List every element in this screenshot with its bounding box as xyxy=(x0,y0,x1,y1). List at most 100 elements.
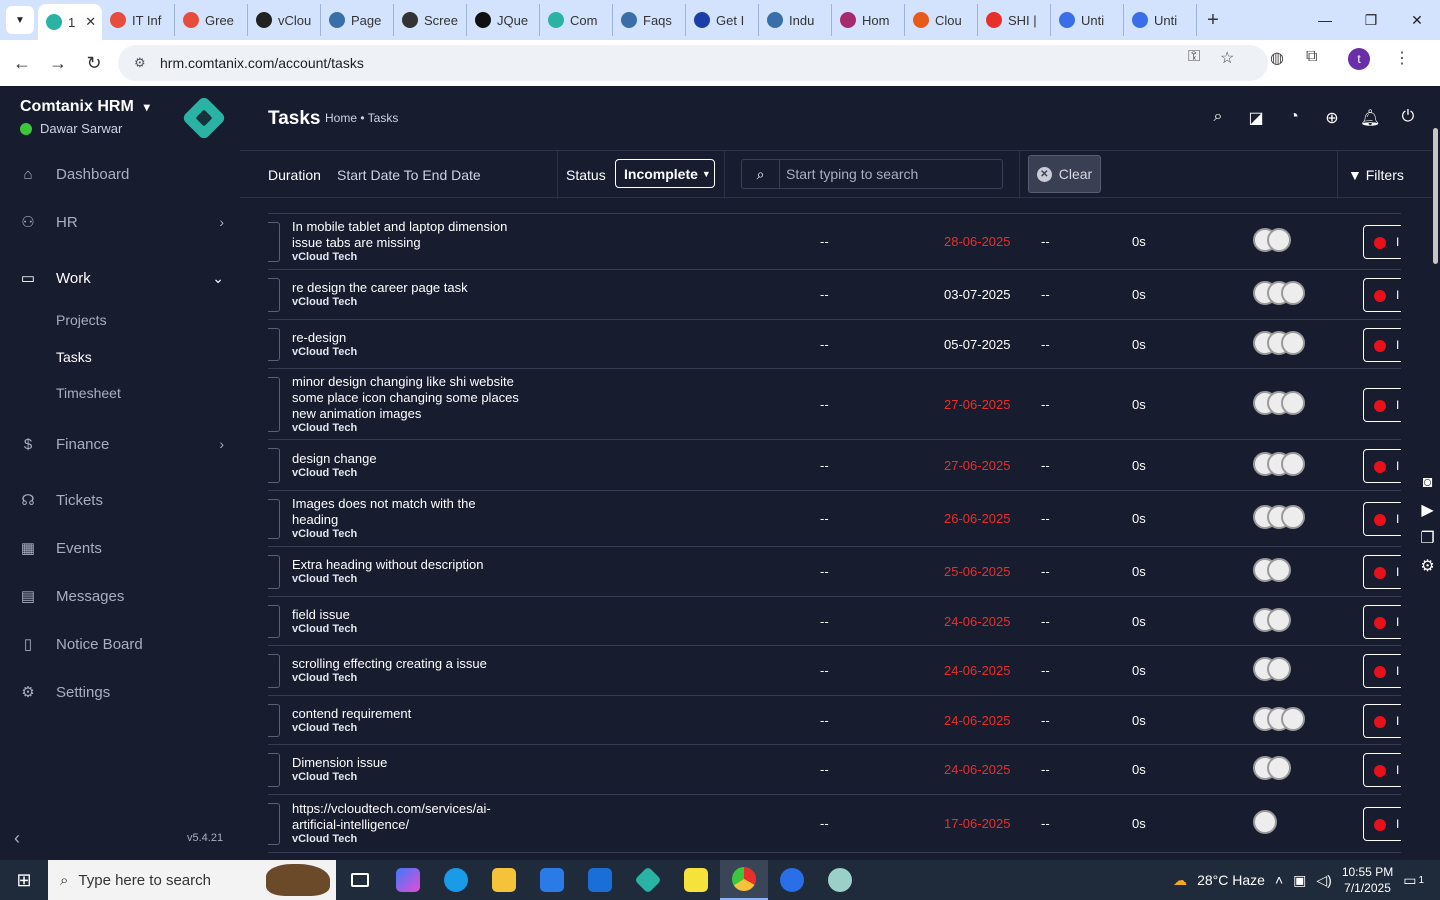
browser-tab[interactable]: Com xyxy=(540,4,613,36)
task-name-link[interactable]: re design the career page task xyxy=(292,280,522,296)
url-bar[interactable]: ⚙ hrm.comtanix.com/account/tasks xyxy=(118,45,1268,81)
table-row[interactable]: minor design changing like shi website s… xyxy=(268,369,1401,440)
browser-tab[interactable]: Unti xyxy=(1124,4,1197,36)
assigned-members[interactable] xyxy=(1253,281,1305,305)
maximize-icon[interactable]: ❐ xyxy=(1348,0,1394,40)
search-input[interactable] xyxy=(780,166,1000,182)
browser-tab[interactable]: JQue xyxy=(467,4,540,36)
task-view-icon[interactable] xyxy=(336,860,384,900)
snipping-tool-icon[interactable] xyxy=(816,860,864,900)
table-row[interactable]: Dimension issue vCloud Tech -- 24-06-2025 --… xyxy=(268,745,1401,795)
task-name-link[interactable]: minor design changing like shi website s… xyxy=(292,374,522,422)
browser-tab[interactable]: 1 ✕ xyxy=(38,4,102,40)
task-status-dropdown[interactable]: I xyxy=(1363,278,1401,312)
bell-icon[interactable]: 🔔︎ xyxy=(1360,108,1380,128)
avatar[interactable] xyxy=(1267,756,1291,780)
task-name-link[interactable]: Images does not match with the heading xyxy=(292,496,522,528)
table-row[interactable]: https://vcloudtech.com/services/ai-artif… xyxy=(268,795,1401,853)
assigned-members[interactable] xyxy=(1253,505,1305,529)
duration-date-range[interactable]: Start Date To End Date xyxy=(337,167,481,183)
sidebar-item-notice-board[interactable]: ▯ Notice Board xyxy=(0,624,240,664)
mail-icon[interactable] xyxy=(576,860,624,900)
browser-tab[interactable]: Get I xyxy=(686,4,759,36)
sidebar-subitem-projects[interactable]: Projects xyxy=(56,312,107,328)
task-status-dropdown[interactable]: I xyxy=(1363,328,1401,362)
browser-tab[interactable]: SHI | xyxy=(978,4,1051,36)
task-status-dropdown[interactable]: I xyxy=(1363,704,1401,738)
sidebar-item-dashboard[interactable]: ⌂ Dashboard xyxy=(0,154,240,194)
row-checkbox[interactable] xyxy=(268,278,280,312)
windows-start-icon[interactable]: ⊞ xyxy=(0,860,48,900)
row-checkbox[interactable] xyxy=(268,555,280,589)
minimize-icon[interactable]: — xyxy=(1302,0,1348,40)
assigned-members[interactable] xyxy=(1253,228,1291,252)
notifications-icon[interactable]: ▭ xyxy=(1403,872,1416,889)
table-row[interactable]: Extra heading without description vCloud … xyxy=(268,547,1401,597)
sidebar-item-tickets[interactable]: ☊ Tickets xyxy=(0,480,240,520)
reload-icon[interactable]: ↻ xyxy=(76,45,112,81)
weather-text[interactable]: 28°C Haze xyxy=(1197,872,1265,888)
table-row[interactable]: field issue vCloud Tech -- 24-06-2025 -- 0s I xyxy=(268,597,1401,646)
breadcrumb[interactable]: Home • Tasks xyxy=(325,111,398,125)
assigned-members[interactable] xyxy=(1253,331,1305,355)
copy-icon[interactable]: ❐ xyxy=(1420,528,1434,548)
weather-icon[interactable]: ☁ xyxy=(1173,872,1187,889)
clock[interactable]: 10:55 PM 7/1/2025 xyxy=(1342,864,1393,896)
assigned-members[interactable] xyxy=(1253,707,1305,731)
translate-icon[interactable]: ◍ xyxy=(1270,48,1284,68)
password-key-icon[interactable]: ⚿ xyxy=(1188,48,1200,66)
network-icon[interactable]: ▣ xyxy=(1293,872,1306,889)
task-status-dropdown[interactable]: I xyxy=(1363,225,1401,259)
sidebar-subitem-tasks[interactable]: Tasks xyxy=(56,349,92,365)
avatar[interactable] xyxy=(1281,707,1305,731)
avatar[interactable] xyxy=(1281,391,1305,415)
row-checkbox[interactable] xyxy=(268,803,280,845)
task-name-link[interactable]: re-design xyxy=(292,330,522,346)
volume-icon[interactable]: ◁) xyxy=(1316,872,1331,889)
row-checkbox[interactable] xyxy=(268,377,280,432)
browser-tab[interactable]: Clou xyxy=(905,4,978,36)
avatar[interactable] xyxy=(1281,452,1305,476)
task-name-link[interactable]: In mobile tablet and laptop dimension is… xyxy=(292,219,522,251)
profile-avatar[interactable]: t xyxy=(1348,48,1370,70)
sidebar-item-finance[interactable]: $ Finance › xyxy=(0,424,240,464)
power-icon[interactable]: ⏻ xyxy=(1398,108,1418,128)
search-icon[interactable]: ⌕ xyxy=(1208,108,1228,128)
bookmark-star-icon[interactable]: ☆ xyxy=(1220,48,1234,68)
assigned-members[interactable] xyxy=(1253,608,1291,632)
forward-arrow-icon[interactable]: → xyxy=(40,45,76,81)
chevron-up-icon[interactable]: ˄ xyxy=(1275,872,1283,888)
browser-menu-icon[interactable]: ⋮ xyxy=(1394,48,1410,68)
sidebar-item-hr[interactable]: ⚇ HR › xyxy=(0,202,240,242)
row-checkbox[interactable] xyxy=(268,222,280,262)
sidebar-item-settings[interactable]: ⚙ Settings xyxy=(0,672,240,712)
assigned-members[interactable] xyxy=(1253,558,1291,582)
close-window-icon[interactable]: ✕ xyxy=(1394,0,1440,40)
avatar[interactable] xyxy=(1267,608,1291,632)
table-row[interactable]: design change vCloud Tech -- 27-06-2025 -- 0s… xyxy=(268,440,1401,491)
collapse-sidebar-icon[interactable]: ‹ xyxy=(14,828,20,849)
avatar[interactable] xyxy=(1267,228,1291,252)
comtanix-app-icon[interactable] xyxy=(624,860,672,900)
status-select[interactable]: Incomplete ▼ xyxy=(615,159,715,188)
add-circle-icon[interactable]: ⊕ xyxy=(1322,108,1342,128)
row-checkbox[interactable] xyxy=(268,704,280,737)
browser-tab[interactable]: Page xyxy=(321,4,394,36)
row-checkbox[interactable] xyxy=(268,605,280,638)
clear-button[interactable]: ✕ Clear xyxy=(1028,155,1101,193)
new-tab-plus-icon[interactable]: + xyxy=(1197,9,1229,32)
site-settings-icon[interactable]: ⚙ xyxy=(134,55,150,71)
task-name-link[interactable]: Dimension issue xyxy=(292,755,522,771)
table-row[interactable]: Images does not match with the heading vC… xyxy=(268,491,1401,547)
table-row[interactable]: re design the career page task vCloud Tec… xyxy=(268,270,1401,320)
company-switcher[interactable]: Comtanix HRM ▾ xyxy=(20,98,150,116)
task-status-dropdown[interactable]: I xyxy=(1363,388,1401,422)
task-name-link[interactable]: contend requirement xyxy=(292,706,522,722)
browser-tab[interactable]: IT Inf xyxy=(102,4,175,36)
row-checkbox[interactable] xyxy=(268,654,280,688)
task-name-link[interactable]: Extra heading without description xyxy=(292,557,522,573)
browser-tab[interactable]: Gree xyxy=(175,4,248,36)
task-name-link[interactable]: field issue xyxy=(292,607,522,623)
file-explorer-icon[interactable] xyxy=(480,860,528,900)
browser-tab[interactable]: Faqs xyxy=(613,4,686,36)
